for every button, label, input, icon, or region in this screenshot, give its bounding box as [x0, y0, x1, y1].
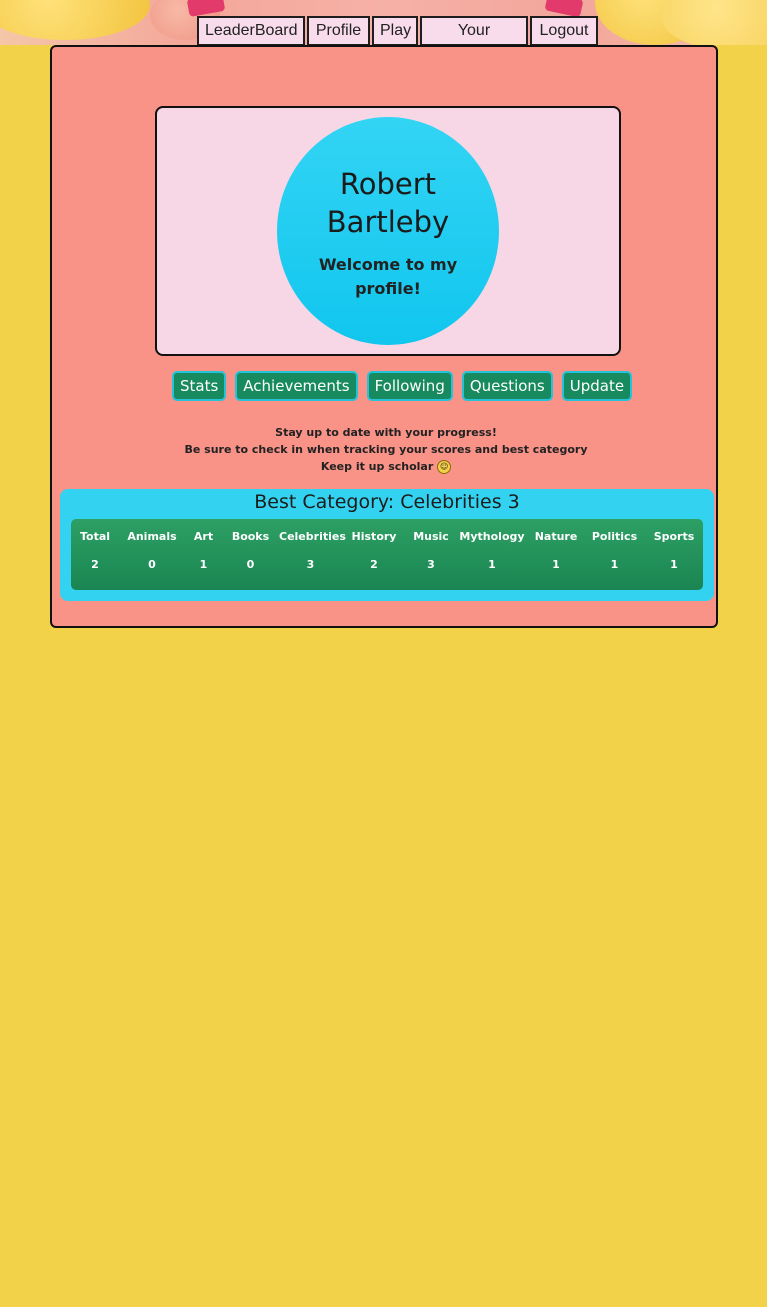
stats-header: Politics — [591, 530, 638, 543]
stats-value-row: 2 0 1 0 3 2 3 1 1 1 1 — [71, 558, 703, 571]
stats-value: 0 — [246, 558, 255, 571]
stats-value: 2 — [91, 558, 99, 571]
message-line: Be sure to check in when tracking your s… — [184, 443, 588, 456]
stats-value: 1 — [552, 558, 560, 571]
nav-play[interactable]: Play — [372, 16, 418, 46]
profile-panel: Robert Bartleby Welcome to my profile! S… — [50, 45, 718, 628]
smiley-icon: ☺ — [437, 460, 452, 474]
stats-header: Mythology — [459, 530, 525, 543]
stats-value: 3 — [427, 558, 435, 571]
nav-logout[interactable]: Logout — [530, 16, 598, 46]
best-category-title: Best Category: Celebrities 3 — [254, 491, 520, 513]
stats-section: Best Category: Celebrities 3 Total Anima… — [60, 489, 714, 601]
stats-header: History — [351, 530, 397, 543]
stats-table: Total Animals Art Books Celebrities Hist… — [71, 519, 703, 590]
balloon-decoration — [0, 0, 150, 40]
tab-following[interactable]: Following — [366, 371, 453, 401]
tab-stats[interactable]: Stats — [172, 371, 227, 401]
stats-value: 3 — [306, 558, 315, 571]
stats-value: 0 — [148, 558, 156, 571]
stats-header-row: Total Animals Art Books Celebrities Hist… — [71, 530, 703, 543]
stats-header: Books — [231, 530, 270, 543]
stats-header: Art — [193, 530, 214, 543]
tab-update[interactable]: Update — [561, 371, 633, 401]
progress-message: Stay up to date with your progress! Be s… — [52, 424, 720, 475]
stats-header: Total — [79, 530, 111, 543]
message-line: Stay up to date with your progress! — [275, 426, 497, 439]
top-nav: LeaderBoard Profile Play Your Quizzes Lo… — [197, 16, 598, 65]
gift-icon — [544, 0, 584, 18]
tab-questions[interactable]: Questions — [461, 371, 553, 401]
nav-leaderboard[interactable]: LeaderBoard — [197, 16, 305, 46]
stats-header: Animals — [127, 530, 177, 543]
profile-welcome: Welcome to my profile! — [318, 255, 458, 298]
profile-avatar-circle: Robert Bartleby Welcome to my profile! — [277, 117, 499, 345]
stats-value: 1 — [199, 558, 208, 571]
profile-name: Robert Bartleby — [326, 167, 450, 239]
stats-value: 1 — [670, 558, 678, 571]
stats-value: 1 — [610, 558, 619, 571]
stats-header: Celebrities — [279, 530, 346, 543]
message-text: Keep it up scholar — [320, 460, 434, 473]
stats-header: Sports — [653, 530, 695, 543]
profile-tabs: Stats Achievements Following Questions U… — [172, 371, 633, 401]
profile-card: Robert Bartleby Welcome to my profile! — [155, 106, 621, 356]
nav-your-quizzes[interactable]: Your Quizzes — [420, 16, 528, 65]
message-line: Keep it up scholar ☺ — [52, 458, 720, 475]
tab-achievements[interactable]: Achievements — [235, 371, 358, 401]
stats-header: Music — [413, 530, 449, 543]
nav-profile[interactable]: Profile — [307, 16, 370, 46]
stats-header: Nature — [534, 530, 578, 543]
stats-value: 1 — [488, 558, 496, 571]
stats-value: 2 — [370, 558, 378, 571]
